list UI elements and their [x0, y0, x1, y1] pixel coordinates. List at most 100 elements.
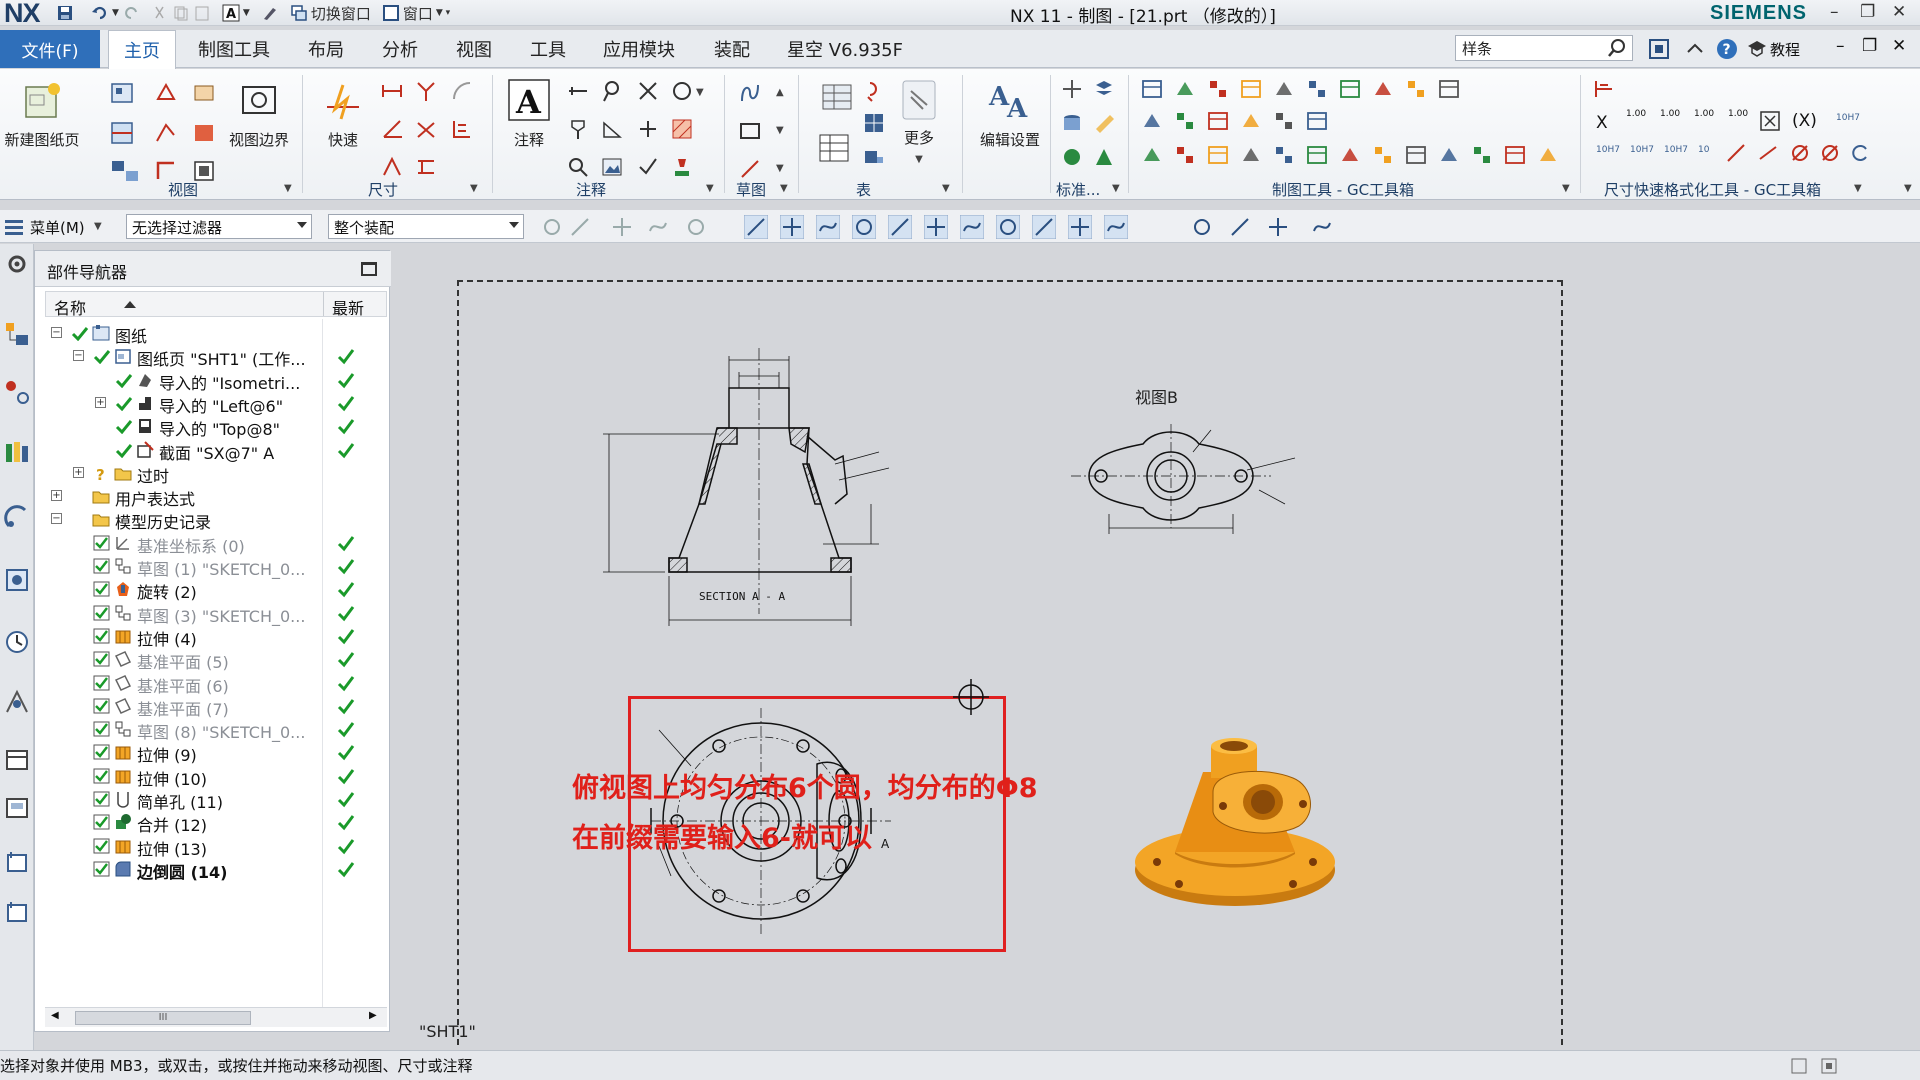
snap-move-icon[interactable] [610, 215, 634, 239]
window-menu-dropdown-icon[interactable]: ▼ ▾ [436, 8, 450, 18]
tab-assembly[interactable]: 装配 [702, 30, 762, 68]
diameter-symbol-icon[interactable] [1788, 141, 1812, 165]
snap-endpoint-icon[interactable] [780, 215, 804, 239]
gc-table-icon[interactable] [1140, 77, 1164, 101]
tab-layout[interactable]: 布局 [296, 30, 356, 68]
sketch-group-dropdown-icon[interactable]: ▼ [780, 183, 788, 194]
navigator-horizontal-scrollbar[interactable]: ◀ III ▶ [45, 1007, 387, 1027]
dim-leader-icon[interactable] [1724, 141, 1748, 165]
scroll-right-icon[interactable]: ▶ [369, 1010, 377, 1021]
resource-settings-icon[interactable] [3, 250, 31, 278]
gc-tolerance-icon[interactable] [1239, 109, 1263, 133]
gc-drafting-dropdown-icon[interactable]: ▼ [1562, 183, 1570, 194]
gc-xyz-icon[interactable] [1305, 143, 1329, 167]
tab-file[interactable]: 文件(F) [0, 30, 100, 68]
new-sheet-button[interactable]: 新建图纸页 [2, 79, 82, 150]
tolerance-format-4[interactable]: 1.00 [1728, 109, 1748, 119]
gc-flag-icon[interactable] [1239, 77, 1263, 101]
gc-edit-icon[interactable] [1437, 143, 1461, 167]
text-style-icon[interactable]: A [222, 4, 240, 22]
break-view-icon[interactable] [154, 121, 178, 145]
visibility-checkbox[interactable] [93, 558, 111, 574]
sort-ascending-icon[interactable] [124, 301, 136, 308]
search-icon[interactable] [1607, 38, 1627, 58]
visibility-checkbox[interactable] [93, 675, 111, 691]
tab-view[interactable]: 视图 [444, 30, 504, 68]
intersection-symbol-icon[interactable] [636, 117, 660, 141]
view-grid-icon[interactable] [1266, 215, 1290, 239]
menu-dropdown-icon[interactable]: ▼ [94, 221, 102, 232]
visibility-checkbox[interactable] [93, 838, 111, 854]
web-browser-tab-icon[interactable] [3, 566, 31, 594]
switch-window-label[interactable]: 切换窗口 [311, 3, 371, 24]
view-b[interactable] [1063, 404, 1303, 554]
note-button[interactable]: A 注释 [498, 77, 560, 150]
snap-on-curve-icon[interactable] [1032, 215, 1056, 239]
snap-control-icon[interactable] [852, 215, 876, 239]
base-view-icon[interactable] [110, 81, 134, 105]
view-fit-icon[interactable] [1190, 215, 1214, 239]
status-indicator-2-icon[interactable] [1820, 1057, 1838, 1075]
drawing-canvas[interactable]: "SHT1" SECTION A - A 视图B A 俯视图上均匀分布6个圆，均… [407, 244, 1920, 1050]
perimeter-dimension-icon[interactable] [414, 155, 438, 179]
gc-sign-icon[interactable] [1536, 143, 1560, 167]
gc-list-icon[interactable] [1404, 143, 1428, 167]
parts-list-icon[interactable] [862, 79, 886, 103]
gc-refresh-icon[interactable] [1338, 77, 1362, 101]
gc-stamp-icon[interactable] [1206, 77, 1230, 101]
gc-ruler-icon[interactable] [1173, 109, 1197, 133]
hd3d-tab-icon[interactable] [3, 504, 31, 532]
visibility-checkbox[interactable] [93, 861, 111, 877]
snap-select-icon[interactable] [568, 215, 592, 239]
reference-dimension-icon[interactable]: (X) [1792, 111, 1817, 131]
tolerance-format-3[interactable]: 1.00 [1694, 109, 1714, 119]
drawing-sheets-tab-icon[interactable] [3, 848, 31, 876]
process-studio-tab-icon[interactable] [3, 688, 31, 716]
dimension-group-dropdown-icon[interactable]: ▼ [470, 183, 478, 194]
doc-restore-icon[interactable]: ❐ [1862, 36, 1877, 56]
menu-button-label[interactable]: 菜单(M) [30, 217, 85, 238]
gc-folder-icon[interactable] [1305, 77, 1329, 101]
view-orient-icon[interactable] [1310, 215, 1334, 239]
menu-icon[interactable] [2, 215, 26, 239]
gc-back-icon[interactable] [1437, 77, 1461, 101]
assembly-navigator-tab-icon[interactable] [3, 378, 31, 406]
snap-quadrant-icon[interactable] [960, 215, 984, 239]
symbol-circle-icon[interactable] [670, 79, 694, 103]
fit-format-3[interactable]: 10H7 [1664, 145, 1688, 155]
datum-target-icon[interactable] [636, 79, 660, 103]
detail-view-icon[interactable] [192, 81, 216, 105]
image-icon[interactable] [600, 155, 624, 179]
visibility-checkbox[interactable] [93, 721, 111, 737]
fit-format-2[interactable]: 10H7 [1630, 145, 1654, 155]
gc-triangle-icon[interactable] [1173, 143, 1197, 167]
paste-icon[interactable] [193, 4, 211, 22]
snap-existing-icon[interactable] [996, 215, 1020, 239]
collapse-toggle-icon[interactable]: − [51, 513, 62, 525]
gc-dim-dropdown-icon[interactable]: ▼ [1854, 183, 1862, 194]
view-render-icon[interactable] [1228, 215, 1252, 239]
help-icon[interactable]: ? [1716, 38, 1738, 60]
radial-dimension-icon[interactable] [414, 79, 438, 103]
hole-table-icon[interactable] [818, 133, 850, 163]
feature-control-frame-icon[interactable] [566, 79, 590, 103]
chamfer-dimension-icon[interactable] [414, 117, 438, 141]
auto-balloon-icon[interactable] [862, 111, 886, 135]
minimize-icon[interactable]: – [1830, 2, 1839, 22]
dim-reset-icon[interactable] [1848, 141, 1872, 165]
gc-box-icon[interactable] [1338, 143, 1362, 167]
ordinate-dimension-icon[interactable] [450, 117, 474, 141]
sketch-rectangle-icon[interactable] [738, 119, 762, 143]
collapse-toggle-icon[interactable]: − [51, 327, 62, 338]
snap-drag-icon[interactable] [646, 215, 670, 239]
arc-length-icon[interactable] [450, 79, 474, 103]
column-latest-header[interactable]: 最新 [332, 295, 364, 319]
visibility-checkbox[interactable] [93, 814, 111, 830]
snap-enable-icon[interactable] [744, 215, 768, 239]
tab-xingkong[interactable]: 星空 V6.935F [778, 30, 912, 68]
gc-arrow-icon[interactable] [1239, 143, 1263, 167]
brush-icon[interactable] [261, 4, 279, 22]
tutorial-label[interactable]: 教程 [1770, 39, 1800, 60]
table-edit-icon[interactable] [862, 145, 886, 169]
isometric-model-view[interactable] [1113, 722, 1373, 922]
